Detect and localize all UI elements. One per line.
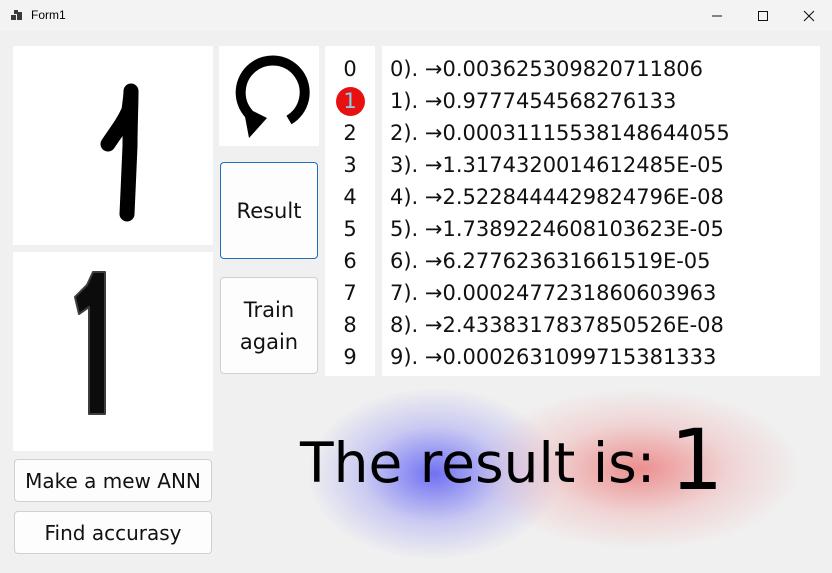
output-value-1: 1). →0.9777454568276133 [390, 89, 677, 113]
output-value-6: 6). →6.277623631661519E-05 [390, 249, 711, 273]
find-accuracy-button[interactable]: Find accurasy [14, 511, 212, 554]
drawn-digit-stroke [100, 83, 139, 222]
preview-digit-image [74, 271, 106, 415]
train-again-button[interactable]: Train again [220, 277, 318, 374]
make-new-ann-button[interactable]: Make a mew ANN [14, 459, 212, 502]
window-title: Form1 [31, 8, 66, 22]
result-button[interactable]: Result [220, 162, 318, 259]
maximize-button[interactable] [740, 0, 786, 31]
reset-canvas-button[interactable] [219, 46, 319, 146]
result-label: The result is: [300, 431, 656, 495]
preview-canvas [13, 252, 213, 451]
output-value-7: 7). →0.0002477231860603963 [390, 281, 717, 305]
drawing-canvas[interactable] [13, 46, 213, 245]
result-display: The result is: 1 [219, 379, 825, 567]
digit-index-5: 5 [343, 217, 357, 241]
refresh-icon [235, 55, 310, 138]
output-value-0: 0). →0.003625309820711806 [390, 57, 704, 81]
minimize-icon [712, 15, 722, 17]
output-value-5: 5). →1.7389224608103623E-05 [390, 217, 724, 241]
train-again-label-line1: Train [243, 297, 295, 322]
title-bar: Form1 [0, 0, 832, 31]
digit-index-2: 2 [343, 121, 357, 145]
close-button[interactable] [786, 0, 832, 31]
digit-index-6: 6 [343, 249, 357, 273]
digit-index-7: 7 [343, 281, 357, 305]
digit-index-9: 9 [343, 345, 357, 369]
close-icon [803, 10, 815, 22]
app-icon [11, 10, 22, 20]
digit-index-3: 3 [343, 153, 357, 177]
result-value: 1 [670, 411, 724, 509]
maximize-icon [758, 11, 768, 21]
find-accuracy-label: Find accurasy [44, 520, 182, 545]
output-value-4: 4). →2.5228444429824796E-08 [390, 185, 724, 209]
digit-index-8: 8 [343, 313, 357, 337]
output-value-8: 8). →2.4338317837850526E-08 [390, 313, 724, 337]
digit-index-4: 4 [343, 185, 357, 209]
make-new-ann-label: Make a mew ANN [25, 468, 201, 493]
output-value-3: 3). →1.3174320014612485E-05 [390, 153, 724, 177]
digit-index-1: 1 [343, 89, 357, 113]
digit-index-0: 0 [343, 57, 357, 81]
minimize-button[interactable] [694, 0, 740, 31]
output-value-2: 2). →0.00031115538148644055 [390, 121, 730, 145]
result-button-label: Result [236, 198, 302, 223]
train-again-label-line2: again [239, 329, 299, 354]
output-value-9: 9). →0.0002631099715381333 [390, 345, 717, 369]
